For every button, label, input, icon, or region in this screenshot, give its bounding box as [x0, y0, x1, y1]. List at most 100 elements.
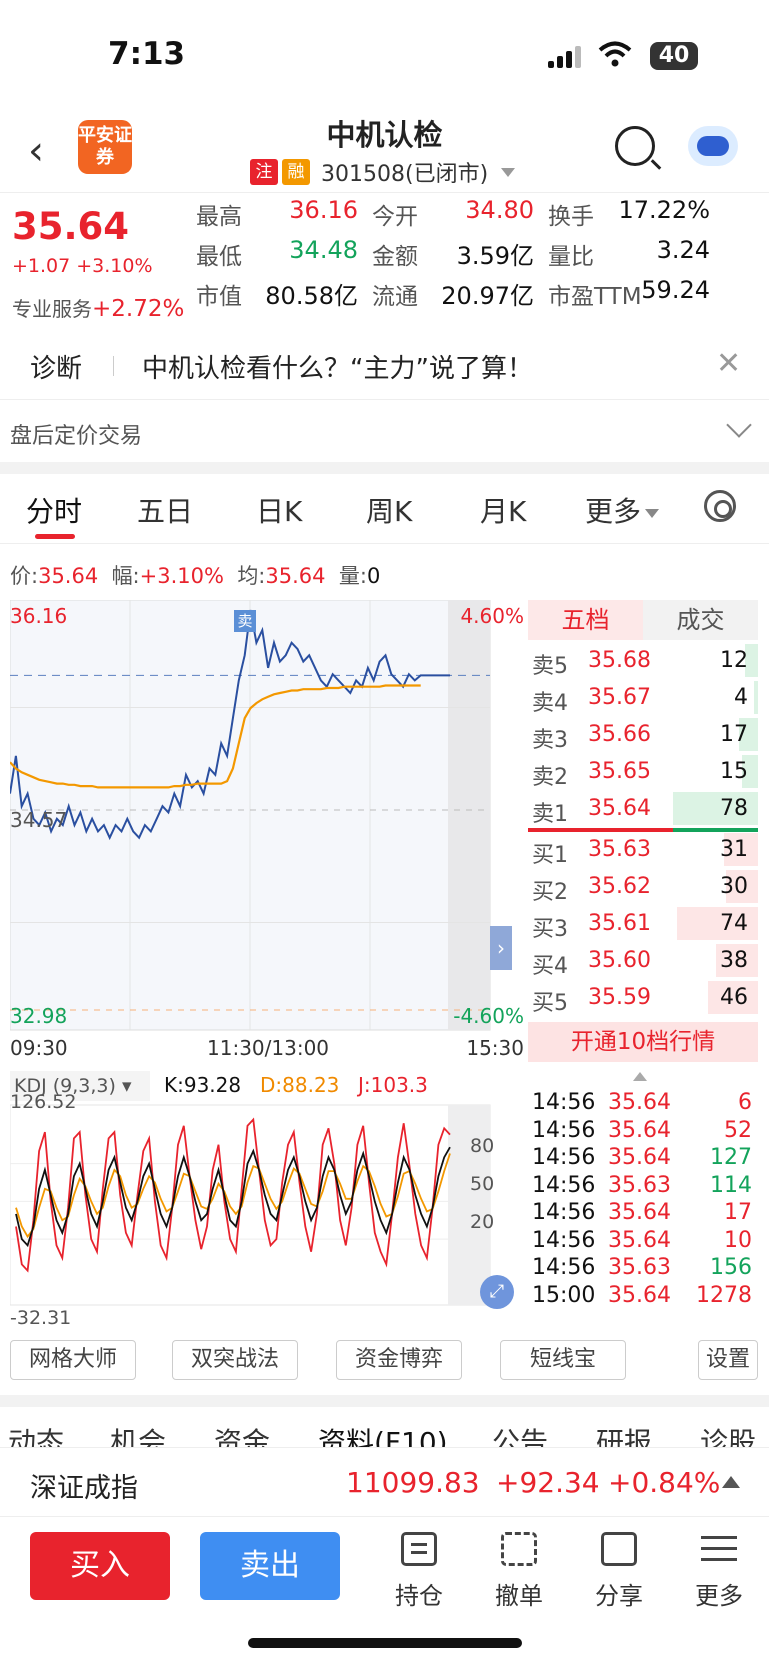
tab-trades[interactable]: 成交: [643, 600, 758, 640]
tick-time: 14:56: [532, 1117, 596, 1143]
ask-row[interactable]: 卖4 35.67 4: [528, 679, 758, 716]
spread-line-green: [673, 828, 758, 832]
sell-button[interactable]: 卖出: [200, 1532, 340, 1600]
undo-icon: [501, 1532, 537, 1566]
after-hours-trading[interactable]: 盘后定价交易: [0, 402, 769, 462]
intraday-chart[interactable]: 36.16 34.57 32.98 4.60% -4.60% 09:30 11:…: [9, 599, 526, 1060]
more-button[interactable]: 更多: [684, 1532, 754, 1611]
diagnosis-bar[interactable]: 诊断 中机认检看什么？“主力”说了算！ ✕: [0, 332, 769, 400]
margin-badge: 融: [282, 159, 310, 185]
more-label: 更多: [695, 1582, 743, 1610]
tab-diagnosis[interactable]: 诊股: [700, 1421, 756, 1447]
pro-service-value: +2.72%: [92, 296, 185, 322]
stock-code-selector[interactable]: 注融 301508(已闭市): [250, 156, 516, 187]
bid-row[interactable]: 买1 35.63 31: [528, 831, 758, 868]
x-tick-end: 15:30: [466, 1036, 524, 1060]
level-price: 35.67: [588, 685, 651, 710]
expand-panel-button[interactable]: ›: [490, 926, 512, 970]
level-label: 买5: [532, 991, 568, 1016]
kdj-chart[interactable]: KDJ (9,3,3) ▾ K:93.28 D:88.23 J:103.3 12…: [10, 1071, 526, 1331]
tick-volume: 114: [710, 1172, 752, 1198]
ask-row[interactable]: 卖1 35.64 78: [528, 790, 758, 827]
short-term-button[interactable]: 短线宝: [500, 1340, 626, 1380]
double-break-button[interactable]: 双突战法: [172, 1340, 298, 1380]
tick-volume: 17: [724, 1200, 752, 1225]
fullscreen-icon[interactable]: ⤢: [480, 1275, 514, 1309]
fund-game-button[interactable]: 资金博弈: [336, 1340, 462, 1380]
kdj-max-label: 126.52: [10, 1091, 77, 1113]
holdings-button[interactable]: 持仓: [384, 1532, 454, 1611]
settings-button[interactable]: 设置: [698, 1340, 758, 1380]
registration-badge: 注: [250, 159, 278, 185]
grid-master-button[interactable]: 网格大师: [10, 1340, 136, 1380]
quote-panel: 35.64 +1.07 +3.10% 专业服务+2.72% 最高 36.16 今开 3…: [0, 192, 769, 330]
tab-news[interactable]: 动态: [8, 1421, 64, 1447]
ask-row[interactable]: 卖2 35.65 15: [528, 753, 758, 790]
tab-intraday[interactable]: 分时: [26, 490, 82, 530]
index-ticker[interactable]: 深证成指 11099.83 +92.34 +0.84%: [0, 1447, 769, 1517]
tab-announcements[interactable]: 公告: [492, 1421, 548, 1447]
level-volume: 4: [734, 685, 748, 710]
tab-weekly-k[interactable]: 周K: [366, 490, 412, 530]
spread-line-red: [528, 828, 673, 832]
level-price: 35.62: [588, 874, 651, 899]
tab-funds[interactable]: 资金: [214, 1421, 270, 1447]
tab-research[interactable]: 研报: [596, 1421, 652, 1447]
avg-label: 均:: [237, 564, 266, 588]
tick-volume: 6: [738, 1090, 752, 1115]
tab-more[interactable]: 更多: [585, 490, 660, 530]
open-10-level-quotes-button[interactable]: 开通10档行情: [528, 1022, 758, 1062]
depth-bar: [754, 681, 758, 714]
sell-marker: 卖: [234, 610, 256, 632]
tick-volume: 1278: [696, 1282, 752, 1308]
assistant-robot-icon[interactable]: [688, 126, 738, 166]
quote-field-value: 3.59亿: [456, 242, 534, 270]
bid-row[interactable]: 买2 35.62 30: [528, 868, 758, 905]
cancel-order-button[interactable]: 撤单: [484, 1532, 554, 1611]
bid-row[interactable]: 买3 35.61 74: [528, 905, 758, 942]
ask-row[interactable]: 卖3 35.66 17: [528, 716, 758, 753]
search-icon[interactable]: [615, 126, 655, 166]
chevron-down-icon: [501, 167, 516, 177]
level-volume: 17: [720, 722, 748, 747]
tick-volume: 127: [710, 1145, 752, 1170]
tool-buttons: 网格大师 双突战法 资金博弈 短线宝 设置: [0, 1340, 769, 1384]
tick-price: 35.64: [608, 1090, 671, 1115]
x-tick-mid: 11:30/13:00: [207, 1036, 330, 1060]
tab-daily-k[interactable]: 日K: [256, 490, 302, 530]
tick-time: 14:56: [532, 1145, 596, 1170]
share-button[interactable]: 分享: [584, 1532, 654, 1611]
pro-service[interactable]: 专业服务+2.72%: [12, 293, 184, 322]
index-pct: +0.84%: [608, 1466, 721, 1499]
level-price: 35.61: [588, 911, 651, 936]
tick-row: 14:56 35.63 114: [528, 1173, 758, 1201]
trade-ticks[interactable]: 14:56 35.64 6 14:56 35.64 52 14:56 35.64 127 14:5…: [528, 1070, 758, 1332]
buy-button[interactable]: 买入: [30, 1532, 170, 1600]
tab-five-levels[interactable]: 五档: [528, 600, 643, 640]
tab-monthly-k[interactable]: 月K: [480, 490, 526, 530]
order-book: 五档 成交 卖5 35.68 12 卖4 35.67 4 卖3 35.66 17 卖2 35.65 1…: [528, 600, 758, 1062]
ask-row[interactable]: 卖5 35.68 12: [528, 642, 758, 679]
bid-row[interactable]: 买4 35.60 38: [528, 942, 758, 979]
level-price: 35.68: [588, 648, 651, 673]
level-volume: 12: [720, 648, 748, 673]
y-min-label: 32.98: [10, 1004, 68, 1028]
price-label: 价:: [10, 564, 39, 588]
level-price: 35.60: [588, 948, 651, 973]
bid-row[interactable]: 买5 35.59 46: [528, 979, 758, 1016]
gear-icon[interactable]: [704, 490, 736, 522]
tab-five-day[interactable]: 五日: [137, 490, 193, 530]
divider: [113, 356, 114, 376]
tab-opportunity[interactable]: 机会: [110, 1421, 166, 1447]
battery-icon: 40: [650, 42, 698, 70]
tick-time: 14:56: [532, 1200, 596, 1225]
quote-field-value: 17.22%: [618, 196, 710, 224]
tab-f10[interactable]: 资料(F10): [318, 1421, 448, 1447]
kdj-chart-svg: [10, 1104, 491, 1306]
avg-value: 35.64: [265, 564, 326, 588]
quote-field-value: 36.16: [289, 196, 358, 224]
level-volume: 15: [720, 759, 748, 784]
close-icon[interactable]: ✕: [716, 346, 741, 381]
price-value: 35.64: [38, 564, 99, 588]
tick-time: 14:56: [532, 1090, 596, 1115]
